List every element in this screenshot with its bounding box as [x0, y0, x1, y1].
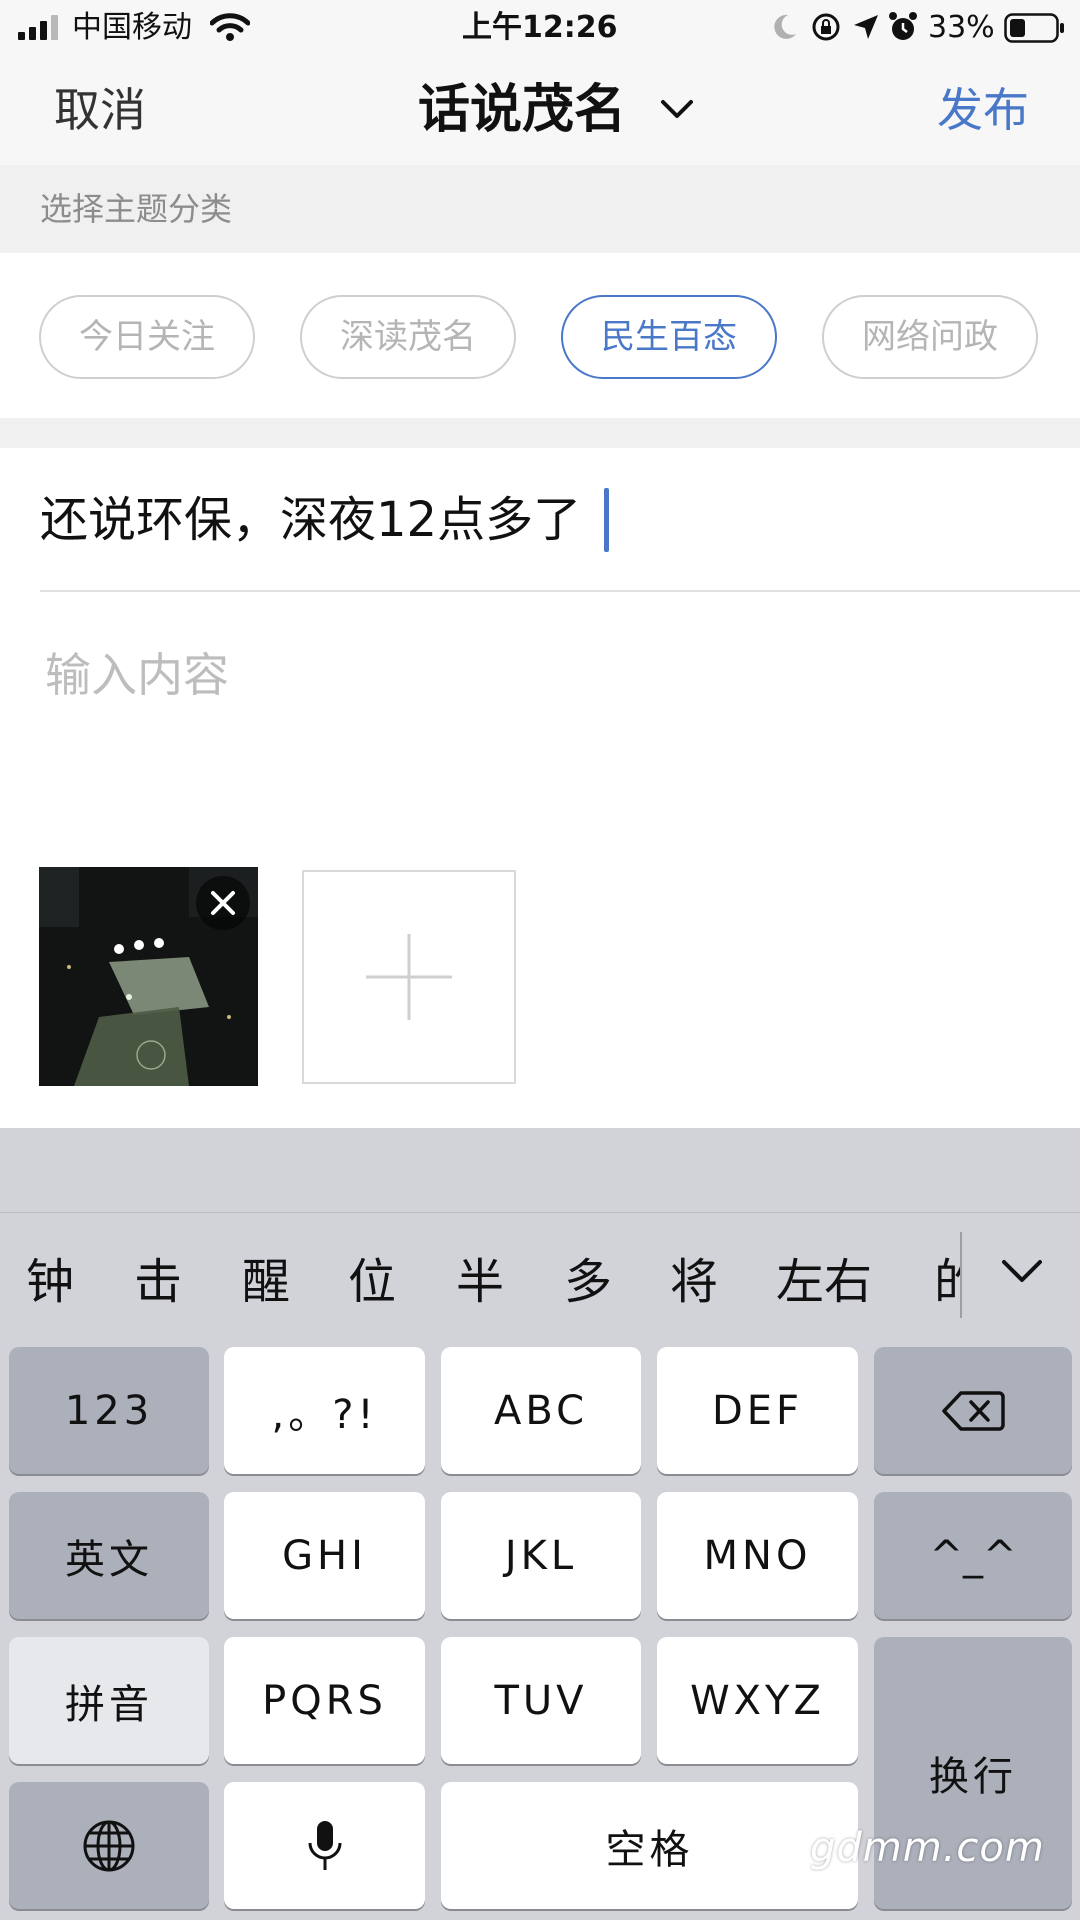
key-ghi[interactable]: GHI: [224, 1492, 425, 1619]
status-time: 上午12:26: [462, 10, 618, 45]
candidate-word[interactable]: 位: [348, 1250, 396, 1314]
candidate-bar-top-border: [0, 1212, 1080, 1213]
candidate-separator: [960, 1232, 962, 1318]
delete-icon: [942, 1390, 1005, 1431]
chevron-down-icon[interactable]: [659, 94, 695, 124]
remove-photo-button[interactable]: [196, 876, 250, 930]
nav-bar: 取消 话说茂名 发布: [0, 55, 1080, 165]
microphone-key[interactable]: [224, 1782, 425, 1909]
key-jkl[interactable]: JKL: [441, 1492, 641, 1619]
key-mno[interactable]: MNO: [657, 1492, 858, 1619]
key-english[interactable]: 英文: [9, 1492, 209, 1619]
close-icon: [211, 891, 235, 915]
wifi-icon: [210, 13, 250, 41]
key-emoticon[interactable]: ^_^: [874, 1492, 1072, 1619]
title-divider: [40, 590, 1080, 592]
candidate-word[interactable]: 多: [564, 1250, 612, 1314]
candidate-word[interactable]: 钟: [26, 1250, 74, 1314]
category-chip-deep-read[interactable]: 深读茂名: [300, 295, 516, 379]
post-title-input[interactable]: 还说环保，深夜12点多了: [40, 470, 581, 570]
candidate-word[interactable]: 将: [670, 1250, 718, 1314]
candidate-word[interactable]: 击: [134, 1250, 182, 1314]
carrier-name: 中国移动: [72, 10, 192, 45]
category-chip-livelihood[interactable]: 民生百态: [561, 295, 777, 379]
candidate-word[interactable]: 的: [934, 1250, 960, 1314]
category-chip-today-focus[interactable]: 今日关注: [39, 295, 255, 379]
plus-icon: [366, 934, 452, 1020]
post-content-input[interactable]: 输入内容: [45, 635, 229, 715]
forum-title-dropdown[interactable]: 话说茂名: [418, 55, 626, 165]
watermark: gdmm.com: [810, 1825, 1045, 1871]
category-chip-online-inquiry[interactable]: 网络问政: [822, 295, 1038, 379]
candidate-word[interactable]: 醒: [242, 1250, 290, 1314]
candidate-word[interactable]: 左右: [776, 1250, 872, 1314]
microphone-icon: [308, 1820, 341, 1870]
location-icon: [854, 15, 878, 39]
key-tuv[interactable]: TUV: [441, 1637, 641, 1764]
key-wxyz[interactable]: WXYZ: [657, 1637, 858, 1764]
space-key[interactable]: 空格: [441, 1782, 858, 1909]
add-photo-button[interactable]: [302, 870, 516, 1084]
key-123[interactable]: 123: [9, 1347, 209, 1474]
key-pqrs[interactable]: PQRS: [224, 1637, 425, 1764]
text-cursor: [604, 488, 609, 552]
section-divider: [0, 418, 1080, 448]
battery-percent: 33%: [928, 10, 995, 45]
globe-icon: [83, 1820, 135, 1871]
key-punctuation[interactable]: ,。?!: [224, 1347, 425, 1474]
publish-button[interactable]: 发布: [937, 55, 1029, 165]
rotation-lock-icon: [812, 13, 840, 41]
category-section-header: 选择主题分类: [0, 165, 1080, 253]
key-def[interactable]: DEF: [657, 1347, 858, 1474]
expand-candidates-icon[interactable]: [998, 1252, 1046, 1292]
globe-key[interactable]: [9, 1782, 209, 1909]
alarm-icon: [889, 12, 917, 40]
cancel-button[interactable]: 取消: [54, 55, 146, 165]
candidate-word[interactable]: 半: [456, 1250, 504, 1314]
signal-icon: [18, 14, 62, 40]
key-abc[interactable]: ABC: [441, 1347, 641, 1474]
status-bar: 中国移动 上午12:26 33%: [0, 0, 1080, 55]
battery-icon: [1004, 13, 1064, 43]
moon-icon: [774, 14, 796, 39]
category-section-label: 选择主题分类: [40, 190, 233, 228]
delete-key[interactable]: [874, 1347, 1072, 1474]
category-chip-row: 今日关注 深读茂名 民生百态 网络问政: [0, 253, 1080, 418]
key-pinyin[interactable]: 拼音: [9, 1637, 209, 1764]
